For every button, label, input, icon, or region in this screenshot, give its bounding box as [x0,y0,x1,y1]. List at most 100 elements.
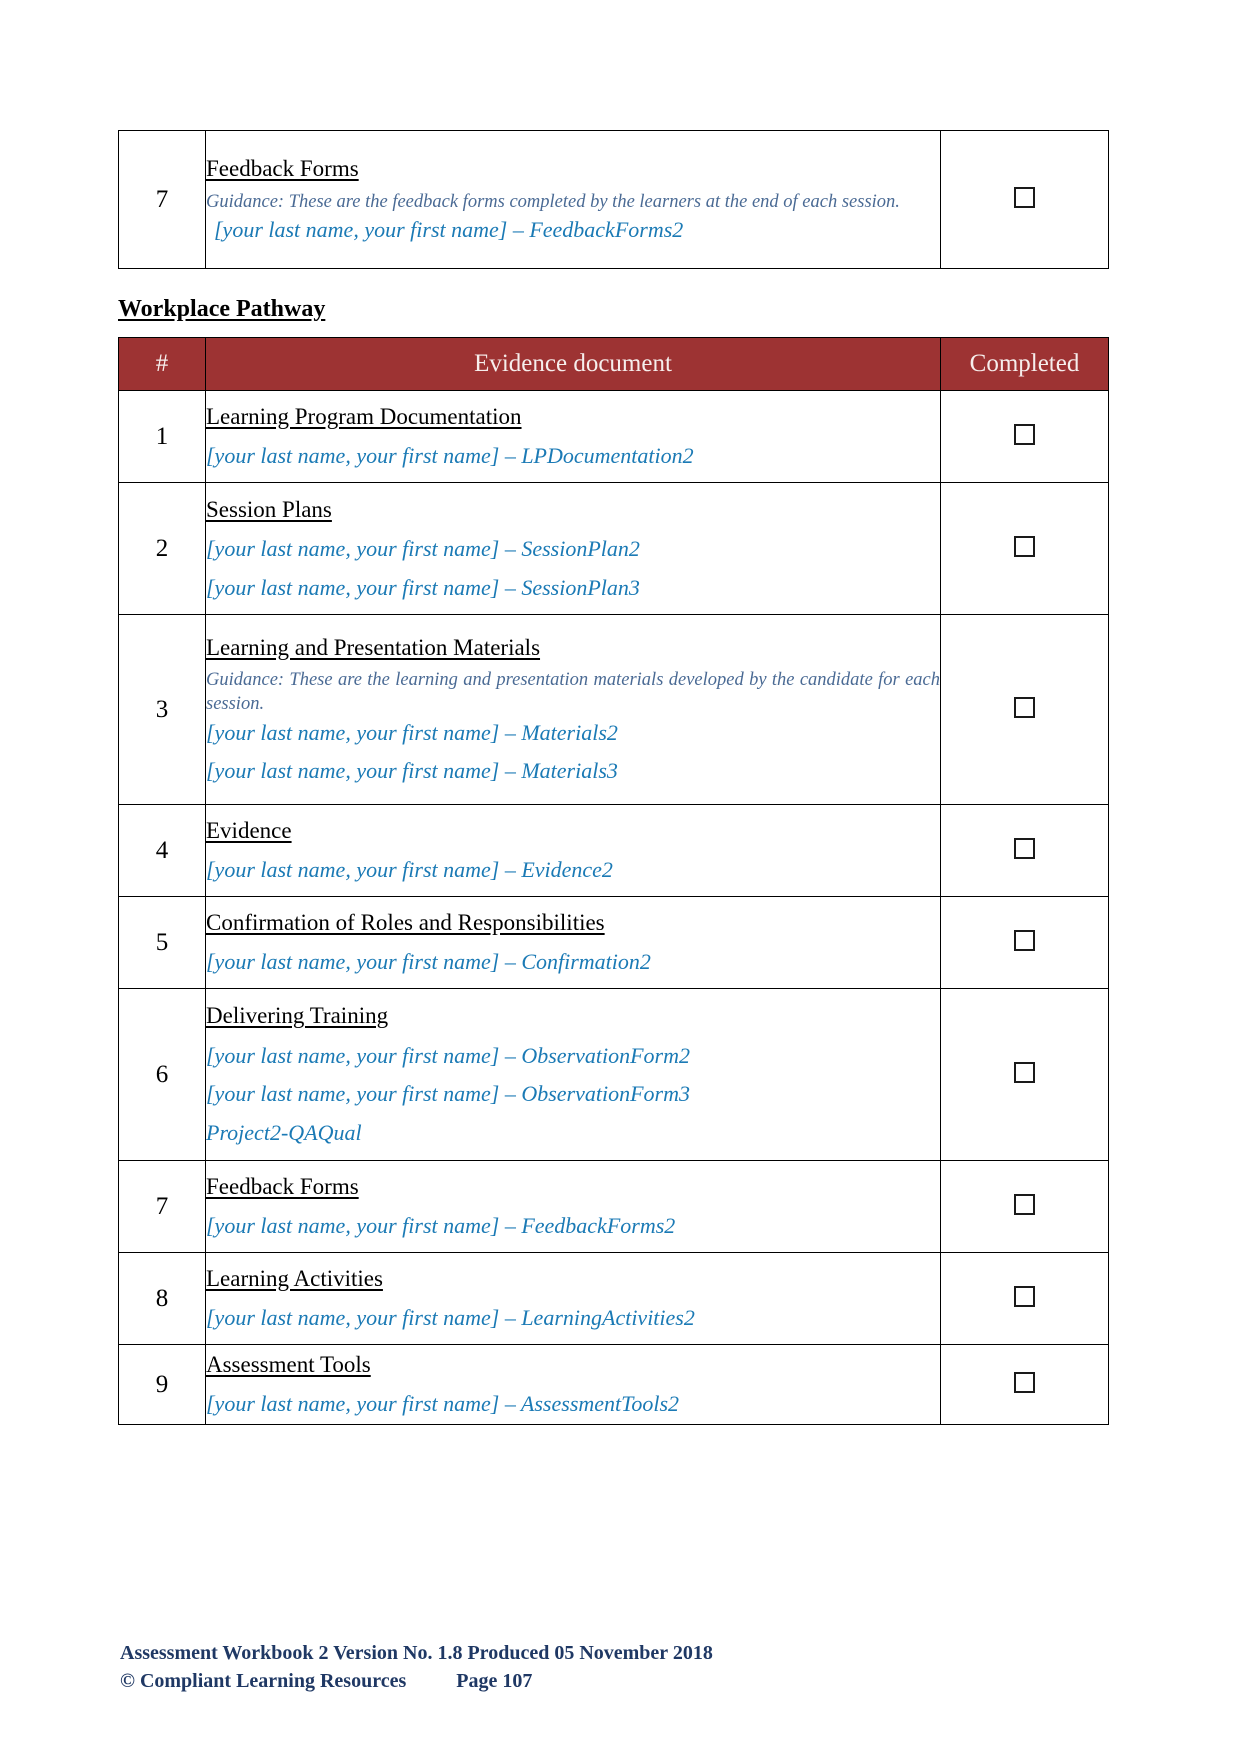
section-heading: Workplace Pathway [118,296,326,322]
evidence-filename: [your last name, your first name] – Feed… [214,217,684,243]
table-row: 4 Evidence [your last name, your first n… [118,804,1109,897]
completed-cell[interactable] [940,1252,1109,1345]
evidence-document-cell: Evidence [your last name, your first nam… [205,804,941,897]
column-header-evidence-document: Evidence document [205,337,941,391]
completed-checkbox[interactable] [1014,1061,1035,1083]
evidence-filename: [your last name, your first name] – Feed… [206,1213,676,1239]
row-number: 3 [155,695,169,723]
completed-cell[interactable] [940,804,1109,897]
document-page: 7 Feedback Forms Guidance: These are the… [0,0,1241,1754]
row-number-cell: 3 [118,614,206,805]
completed-cell[interactable] [940,896,1109,989]
completed-checkbox[interactable] [1014,696,1035,718]
table-row: 3 Learning and Presentation Materials Gu… [118,614,1109,805]
table-row: 2 Session Plans [your last name, your fi… [118,482,1109,615]
evidence-document-title: Learning and Presentation Materials [206,635,541,661]
completed-cell[interactable] [940,988,1109,1161]
evidence-document-cell: Learning and Presentation Materials Guid… [205,614,941,805]
evidence-guidance-text: Guidance: These are the feedback forms c… [206,191,900,212]
evidence-document-title: Evidence [206,818,292,844]
row-number: 9 [155,1370,169,1398]
row-number-cell: 9 [118,1344,206,1425]
evidence-filename: [your last name, your first name] – Obse… [206,1042,690,1068]
row-number-cell: 2 [118,482,206,615]
row-number-cell: 7 [118,130,206,269]
table-header: # Evidence document Completed [118,337,1109,391]
evidence-document-title: Feedback Forms [206,1174,359,1200]
evidence-filename: [your last name, your first name] – Mate… [206,719,618,745]
evidence-document-title: Session Plans [206,496,332,522]
completed-checkbox[interactable] [1014,1285,1035,1307]
evidence-filename: [your last name, your first name] – Asse… [206,1391,680,1417]
completed-cell[interactable] [940,1160,1109,1253]
table-row: 1 Learning Program Documentation [your l… [118,390,1109,483]
footer-line-copyright-page: © Compliant Learning Resources Page 107 [120,1669,533,1692]
table-row: 7 Feedback Forms [your last name, your f… [118,1160,1109,1253]
evidence-table-continued: 7 Feedback Forms Guidance: These are the… [118,130,1109,269]
completed-checkbox[interactable] [1014,1193,1035,1215]
evidence-filename: [your last name, your first name] – Lear… [206,1305,695,1331]
completed-cell[interactable] [940,390,1109,483]
table-body: 1 Learning Program Documentation [your l… [118,390,1109,1425]
evidence-filename: [your last name, your first name] – Evid… [206,857,613,883]
row-number: 8 [155,1284,169,1312]
evidence-document-title: Assessment Tools [206,1352,371,1378]
evidence-document-cell: Delivering Training [your last name, you… [205,988,941,1161]
row-number: 2 [155,534,169,562]
row-number: 5 [155,928,169,956]
row-number: 7 [155,1192,169,1220]
column-header-completed: Completed [940,337,1109,391]
evidence-document-cell: Assessment Tools [your last name, your f… [205,1344,941,1425]
workplace-pathway-table: # Evidence document Completed 1 Learning… [118,337,1109,1425]
evidence-document-title: Feedback Forms [206,156,359,182]
row-number: 7 [155,185,169,213]
row-number-cell: 4 [118,804,206,897]
evidence-document-title: Learning Program Documentation [206,404,522,430]
completed-checkbox[interactable] [1014,423,1035,445]
completed-checkbox[interactable] [1014,1371,1035,1393]
page-footer: Assessment Workbook 2 Version No. 1.8 Pr… [120,1640,713,1695]
table-header-row: # Evidence document Completed [118,337,1109,391]
table-row: 9 Assessment Tools [your last name, your… [118,1344,1109,1425]
evidence-document-title: Delivering Training [206,1003,389,1029]
row-number-cell: 1 [118,390,206,483]
evidence-filename: [your last name, your first name] – Sess… [206,536,640,562]
completed-checkbox[interactable] [1014,837,1035,859]
evidence-filename: [your last name, your first name] – Obse… [206,1081,690,1107]
column-header-number: # [118,337,206,391]
evidence-document-cell: Feedback Forms Guidance: These are the f… [205,130,941,269]
completed-cell[interactable] [940,130,1109,269]
evidence-document-cell: Learning Program Documentation [your las… [205,390,941,483]
table-body-continued: 7 Feedback Forms Guidance: These are the… [118,130,1109,269]
row-number-cell: 5 [118,896,206,989]
evidence-document-cell: Learning Activities [your last name, you… [205,1252,941,1345]
completed-cell[interactable] [940,614,1109,805]
evidence-filename: Project2-QAQual [206,1119,362,1145]
row-number: 6 [155,1060,169,1088]
evidence-guidance-text: Guidance: These are the learning and pre… [206,670,940,715]
evidence-filename: [your last name, your first name] – LPDo… [206,443,694,469]
table-row: 7 Feedback Forms Guidance: These are the… [118,130,1109,269]
table-row: 5 Confirmation of Roles and Responsibili… [118,896,1109,989]
row-number: 1 [155,422,169,450]
evidence-document-cell: Session Plans [your last name, your firs… [205,482,941,615]
row-number-cell: 8 [118,1252,206,1345]
row-number: 4 [155,836,169,864]
evidence-filename: [your last name, your first name] – Mate… [206,758,618,784]
completed-checkbox[interactable] [1014,186,1035,208]
completed-checkbox[interactable] [1014,929,1035,951]
completed-checkbox[interactable] [1014,535,1035,557]
evidence-document-cell: Feedback Forms [your last name, your fir… [205,1160,941,1253]
completed-cell[interactable] [940,1344,1109,1425]
footer-line-workbook: Assessment Workbook 2 Version No. 1.8 Pr… [120,1642,713,1664]
row-number-cell: 7 [118,1160,206,1253]
evidence-filename: [your last name, your first name] – Conf… [206,949,651,975]
evidence-filename: [your last name, your first name] – Sess… [206,574,640,600]
evidence-document-cell: Confirmation of Roles and Responsibiliti… [205,896,941,989]
evidence-document-title: Learning Activities [206,1266,383,1292]
completed-cell[interactable] [940,482,1109,615]
evidence-document-title: Confirmation of Roles and Responsibiliti… [206,910,605,936]
page-content: 7 Feedback Forms Guidance: These are the… [118,130,1109,1425]
row-number-cell: 6 [118,988,206,1161]
table-row: 8 Learning Activities [your last name, y… [118,1252,1109,1345]
